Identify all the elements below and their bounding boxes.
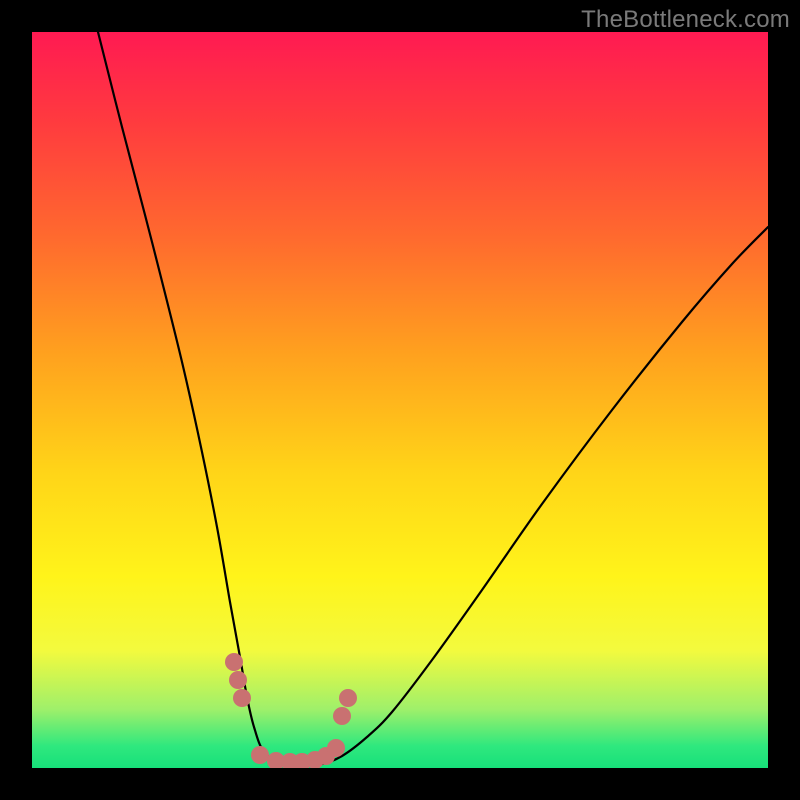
chart-svg	[32, 32, 768, 768]
chart-plot-area	[32, 32, 768, 768]
highlight-dot	[333, 707, 351, 725]
highlight-dot	[327, 739, 345, 757]
highlight-dot	[229, 671, 247, 689]
highlight-dot	[225, 653, 243, 671]
highlight-dot	[339, 689, 357, 707]
chart-frame: TheBottleneck.com	[0, 0, 800, 800]
highlight-dots-group	[225, 653, 357, 768]
highlight-dot	[251, 746, 269, 764]
highlight-dot	[233, 689, 251, 707]
bottleneck-curve	[98, 32, 768, 765]
watermark-text: TheBottleneck.com	[581, 6, 790, 34]
